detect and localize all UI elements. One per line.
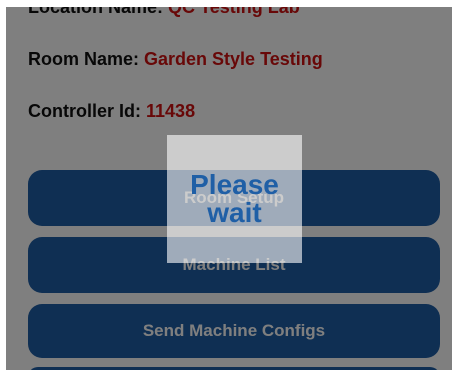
loading-dialog: Please wait (167, 135, 302, 263)
app-screen: Location Name: QC Testing Lab Room Name:… (6, 7, 452, 370)
loading-message: Please wait (190, 169, 279, 228)
